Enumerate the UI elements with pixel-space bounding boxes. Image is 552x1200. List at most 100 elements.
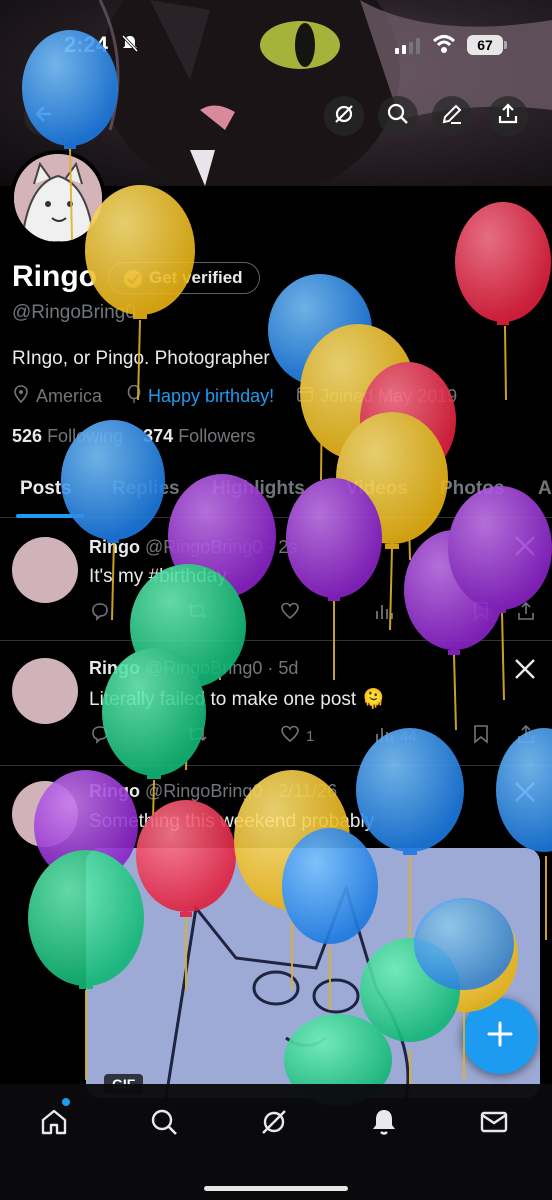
share-icon xyxy=(497,102,519,130)
tab-posts[interactable]: Posts xyxy=(20,478,72,500)
status-bar: 2:24 67 xyxy=(0,22,552,66)
location-icon xyxy=(12,385,30,408)
bell-muted-icon xyxy=(120,34,140,59)
tab-replies[interactable]: Replies xyxy=(112,478,180,500)
reply-button[interactable] xyxy=(90,724,110,748)
reply-icon xyxy=(90,601,110,625)
followers-count: 374 xyxy=(143,426,174,446)
compose-button[interactable] xyxy=(462,998,538,1074)
search-icon xyxy=(149,1107,179,1142)
post-time: · 5d xyxy=(267,658,299,678)
search-icon xyxy=(387,103,409,130)
get-verified-button[interactable]: Get verified xyxy=(108,262,260,294)
profile-avatar[interactable] xyxy=(10,150,106,246)
bookmark-button[interactable] xyxy=(472,724,490,748)
post-share-button[interactable] xyxy=(516,724,536,748)
profile-location: America xyxy=(36,386,103,406)
post-avatar[interactable] xyxy=(12,781,78,847)
profile-bio: RIngo, or Pingo. Photographer xyxy=(12,348,270,369)
repost-icon xyxy=(186,601,208,625)
follow-counts: 526 Following 374 Followers xyxy=(12,426,255,447)
bookmark-icon xyxy=(472,724,490,748)
grok-icon xyxy=(333,103,355,130)
views-button[interactable] xyxy=(374,601,394,625)
repost-button[interactable] xyxy=(186,724,208,748)
notifications-icon xyxy=(369,1107,399,1142)
heart-icon xyxy=(280,724,300,748)
post-text: Something this weekend probably xyxy=(89,811,375,832)
post-time: · 2/11/26 xyxy=(267,781,338,801)
messages-icon xyxy=(479,1107,509,1142)
grok-icon[interactable] xyxy=(512,656,538,687)
back-button[interactable] xyxy=(24,96,64,136)
calendar-icon xyxy=(296,385,314,408)
compose-icon xyxy=(486,1020,514,1053)
wifi-icon xyxy=(432,34,456,59)
nav-search[interactable] xyxy=(142,1102,186,1146)
views-count: 44 xyxy=(400,727,417,745)
status-time: 2:24 xyxy=(64,32,109,57)
post-author: Ringo xyxy=(89,658,140,678)
following-link[interactable]: 526 Following xyxy=(12,426,123,446)
search-button[interactable] xyxy=(378,96,418,136)
active-tab-indicator xyxy=(16,514,84,518)
grok-icon[interactable] xyxy=(512,779,538,810)
get-verified-label: Get verified xyxy=(149,268,243,287)
followers-label: Followers xyxy=(178,426,256,446)
post-share-button[interactable] xyxy=(516,601,536,625)
post-author: Ringo xyxy=(89,781,140,801)
post-item[interactable]: Ringo @RingoBring0 · 2s It's my #birthda… xyxy=(0,519,552,641)
followers-link[interactable]: 374 Followers xyxy=(143,426,255,446)
repost-button[interactable] xyxy=(186,601,208,625)
like-button[interactable] xyxy=(280,601,300,625)
repost-icon xyxy=(186,724,208,748)
back-icon xyxy=(34,104,54,129)
views-button[interactable]: 44 xyxy=(374,724,417,748)
home-indicator xyxy=(204,1186,348,1191)
views-icon xyxy=(374,601,394,625)
grok-icon[interactable] xyxy=(512,533,538,564)
tab-articles[interactable]: A xyxy=(538,478,552,500)
profile-joined: Joined May 2019 xyxy=(320,386,458,406)
following-label: Following xyxy=(47,426,124,446)
post-time: · 2s xyxy=(267,537,298,557)
post-author: Ringo xyxy=(89,537,140,557)
tab-highlights[interactable]: Highlights xyxy=(212,478,305,500)
verified-badge-icon xyxy=(123,269,143,299)
tab-videos[interactable]: Videos xyxy=(346,478,408,500)
bookmark-icon xyxy=(472,601,490,625)
profile-tabs: Posts Replies Highlights Videos Photos A xyxy=(0,462,552,518)
like-count: 1 xyxy=(306,727,315,745)
edit-profile-button[interactable] xyxy=(432,96,472,136)
share-icon xyxy=(516,724,536,748)
profile-meta: America Happy birthday! Joined May 2019 xyxy=(12,384,458,408)
profile-birthday[interactable]: Happy birthday! xyxy=(148,386,274,407)
nav-messages[interactable] xyxy=(472,1102,516,1146)
post-header: Ringo @RingoBring0 · 5d xyxy=(89,658,298,679)
nav-notifications[interactable] xyxy=(362,1102,406,1146)
share-icon xyxy=(516,601,536,625)
bottom-navigation xyxy=(0,1084,552,1200)
tab-photos[interactable]: Photos xyxy=(440,478,504,500)
home-unread-dot xyxy=(62,1098,70,1106)
post-header: Ringo @RingoBring0 · 2/11/26 xyxy=(89,781,337,802)
balloon-icon xyxy=(126,384,142,408)
post-header: Ringo @RingoBring0 · 2s xyxy=(89,537,297,558)
post-handle: @RingoBring0 xyxy=(145,781,263,801)
share-button[interactable] xyxy=(488,96,528,136)
profile-name: Ringo xyxy=(12,260,97,293)
following-count: 526 xyxy=(12,426,43,446)
post-item[interactable]: Ringo @RingoBring0 · 5d Literally failed… xyxy=(0,642,552,766)
nav-grok[interactable] xyxy=(252,1102,296,1146)
post-handle: @RingoBring0 xyxy=(145,537,263,557)
like-button[interactable]: 1 xyxy=(280,724,314,748)
bookmark-button[interactable] xyxy=(472,601,490,625)
post-avatar[interactable] xyxy=(12,537,78,603)
profile-handle: @RingoBring0 xyxy=(12,302,136,323)
heart-icon xyxy=(280,601,300,625)
home-icon xyxy=(39,1107,69,1142)
grok-button[interactable] xyxy=(324,96,364,136)
reply-button[interactable] xyxy=(90,601,110,625)
post-avatar[interactable] xyxy=(12,658,78,724)
nav-home[interactable] xyxy=(32,1102,76,1146)
